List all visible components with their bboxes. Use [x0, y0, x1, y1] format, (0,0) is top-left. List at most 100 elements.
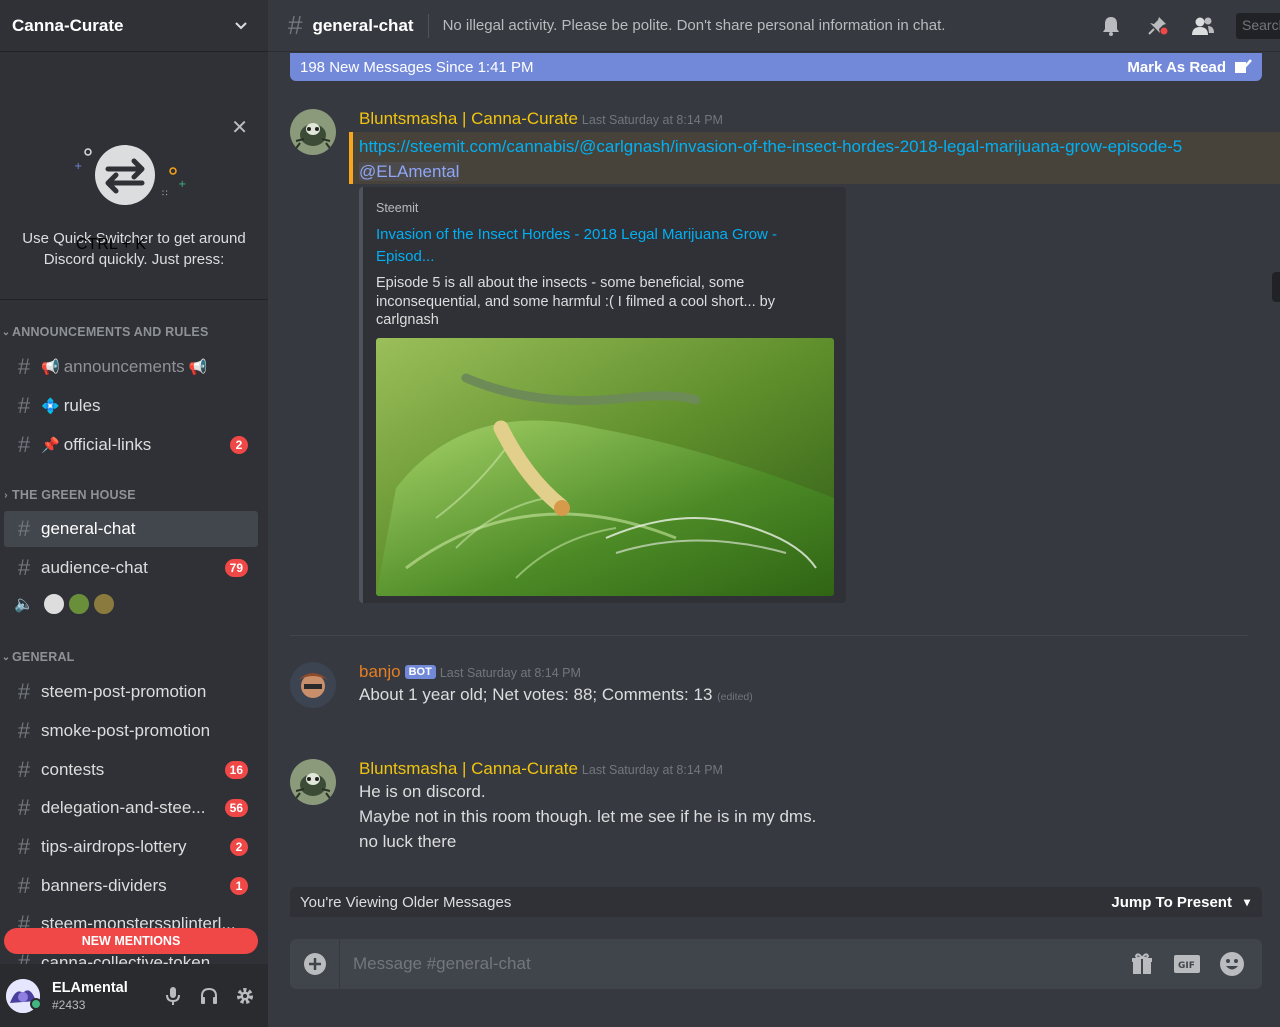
channel-topic[interactable]: No illegal activity. Please be polite. D… [443, 17, 1078, 34]
avatar[interactable] [290, 759, 336, 805]
timestamp: Last Saturday at 8:14 PM [439, 666, 581, 680]
message: Bluntsmasha | Canna-Curate Last Saturday … [290, 109, 1280, 619]
timestamp: Last Saturday at 8:14 PM [581, 763, 723, 777]
embed-title[interactable]: Invasion of the Insect Hordes - 2018 Leg… [376, 224, 834, 267]
channel-announcements[interactable]: # 📢 announcements 📢 [4, 349, 258, 385]
channel-delegation[interactable]: # delegation-and-stee... 56 [4, 790, 258, 826]
message-composer: GIF [290, 939, 1262, 989]
embed-image[interactable] [376, 337, 834, 596]
avatar[interactable] [290, 662, 336, 708]
caterpillar-on-leaf-image [376, 337, 834, 596]
category-general[interactable]: ⌄ GENERAL [0, 650, 75, 664]
server-name: Canna-Curate [12, 15, 124, 35]
message-line: no luck there [359, 832, 457, 851]
megaphone-icon: 📢 [188, 359, 208, 376]
voice-channel[interactable]: 🔈 [14, 592, 117, 616]
author-name[interactable]: Bluntsmasha | Canna-Curate [359, 109, 578, 128]
avatar [42, 592, 66, 616]
gear-icon[interactable] [232, 983, 258, 1009]
gif-icon[interactable]: GIF [1172, 949, 1202, 979]
bell-icon[interactable] [1098, 13, 1124, 39]
mention-highlight: https://steemit.com/cannabis/@carlgnash/… [349, 132, 1280, 184]
channel-smoke-post-promotion[interactable]: # smoke-post-promotion [4, 713, 258, 749]
avatar [67, 592, 91, 616]
mention-badge: 79 [224, 559, 248, 577]
headphones-icon[interactable] [196, 983, 222, 1009]
mention-badge: 2 [230, 436, 248, 454]
mark-as-read-button[interactable]: Mark As Read [1127, 59, 1252, 76]
channel-general-chat[interactable]: # general-chat [4, 511, 258, 547]
hash-icon: # [17, 555, 31, 580]
chat-area: # general-chat No illegal activity. Plea… [268, 0, 1280, 1027]
message-link[interactable]: https://steemit.com/cannabis/@carlgnash/… [359, 134, 1280, 159]
channel-name: rules [63, 396, 101, 415]
message-header: Bluntsmasha | Canna-Curate Last Saturday … [359, 109, 1260, 132]
channel-name: official-links [63, 435, 152, 454]
message: Bluntsmasha | Canna-Curate Last Saturday … [290, 759, 1260, 859]
gift-icon[interactable] [1127, 949, 1157, 979]
hash-icon: # [17, 795, 31, 820]
svg-text:GIF: GIF [1178, 961, 1195, 971]
svg-text:∷: ∷ [162, 189, 168, 199]
channel-name: contests [41, 760, 105, 779]
message-body: banjo BOT Last Saturday at 8:14 PM About 1… [359, 662, 1260, 710]
channel-banners-dividers[interactable]: # banners-dividers 1 [4, 868, 258, 904]
pin-icon[interactable] [1144, 13, 1170, 39]
hash-icon: # [17, 873, 31, 898]
search-input[interactable]: Search [1236, 12, 1280, 39]
category-announcements-and-rules[interactable]: ⌄ ANNOUNCEMENTS AND RULES [0, 325, 209, 339]
microphone-icon[interactable] [160, 983, 186, 1009]
chevron-down-icon: ⌄ [1, 326, 11, 338]
author-name[interactable]: Bluntsmasha | Canna-Curate [359, 759, 578, 778]
channel-name: smoke-post-promotion [41, 721, 211, 740]
online-status-icon [30, 998, 42, 1010]
pushpin-icon: 📌 [41, 437, 60, 454]
channel-steem-post-promotion[interactable]: # steem-post-promotion [4, 674, 258, 710]
category-label: ANNOUNCEMENTS AND RULES [12, 325, 209, 339]
new-messages-text: 198 New Messages Since 1:41 PM [300, 58, 534, 76]
user-mention[interactable]: @ELAmental [359, 162, 460, 181]
chevron-down-icon [235, 21, 247, 29]
channel-official-links[interactable]: # 📌 official-links 2 [4, 427, 258, 463]
message-body: Bluntsmasha | Canna-Curate Last Saturday … [359, 759, 1260, 854]
new-mentions-button[interactable]: NEW MENTIONS [4, 928, 258, 954]
channel-name: announcements [63, 357, 185, 376]
avatar[interactable] [290, 109, 336, 155]
server-header[interactable]: Canna-Curate [0, 0, 268, 52]
members-icon[interactable] [1190, 13, 1216, 39]
jump-to-present-button[interactable]: Jump To Present ▾ [1111, 894, 1250, 911]
hash-icon: # [17, 834, 31, 859]
scrollbar[interactable] [1272, 272, 1280, 302]
author-name[interactable]: banjo [359, 662, 401, 681]
close-icon[interactable]: ✕ [231, 118, 248, 138]
message-content: About 1 year old; Net votes: 88; Comment… [359, 685, 713, 704]
mention-badge: 56 [224, 799, 248, 817]
upload-plus-icon[interactable] [290, 939, 340, 989]
user-discriminator: #2433 [52, 997, 86, 1012]
ctrl-k-button[interactable]: CTRL + K [76, 236, 146, 279]
category-the-green-house[interactable]: › THE GREEN HOUSE [0, 488, 136, 502]
channel-contests[interactable]: # contests 16 [4, 752, 258, 788]
message-text: About 1 year old; Net votes: 88; Comment… [359, 682, 1260, 710]
new-messages-bar[interactable]: 198 New Messages Since 1:41 PM Mark As R… [290, 53, 1262, 81]
message-input[interactable] [340, 939, 1127, 989]
link-embed: Steemit Invasion of the Insect Hordes - … [359, 187, 846, 603]
channel-name: general-chat [41, 519, 136, 538]
chevron-right-icon: › [4, 489, 8, 501]
mention-badge: 1 [230, 877, 248, 895]
mark-as-read-label: Mark As Read [1127, 58, 1226, 76]
message: banjo BOT Last Saturday at 8:14 PM About 1… [290, 662, 1260, 712]
user-info: ELAmental #2433 [52, 980, 150, 1012]
hash-icon: # [17, 718, 31, 743]
chevron-down-icon: ⌄ [1, 651, 11, 663]
emoji-icon[interactable] [1217, 949, 1247, 979]
channel-name: audience-chat [41, 558, 148, 577]
channel-audience-chat[interactable]: # audience-chat 79 [4, 550, 258, 586]
message-header: banjo BOT Last Saturday at 8:14 PM [359, 662, 1260, 682]
channel-rules[interactable]: # 💠 rules [4, 388, 258, 424]
jump-label: Jump To Present [1111, 893, 1232, 911]
channel-name: delegation-and-stee... [41, 798, 206, 817]
mark-read-icon [1235, 59, 1252, 73]
channel-tips-airdrops-lottery[interactable]: # tips-airdrops-lottery 2 [4, 829, 258, 865]
svg-text:+: + [178, 179, 186, 190]
